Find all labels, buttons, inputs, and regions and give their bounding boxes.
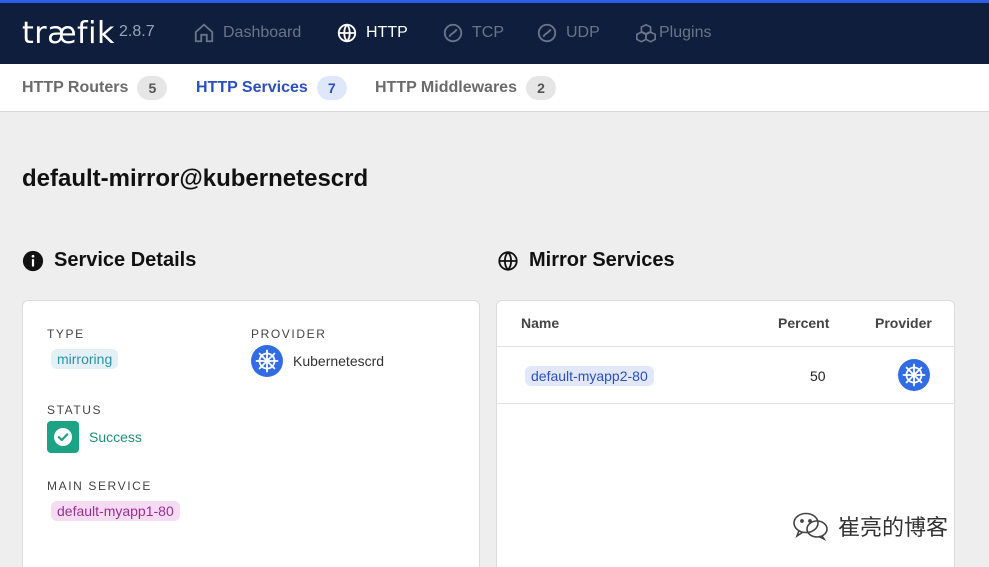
type-chip: mirroring bbox=[51, 349, 119, 369]
row-divider bbox=[497, 403, 954, 404]
tab-http-middlewares-count: 2 bbox=[525, 76, 556, 100]
globe-icon bbox=[498, 250, 518, 271]
main-service-label: MAIN SERVICE bbox=[47, 479, 152, 493]
provider-label: PROVIDER bbox=[251, 327, 327, 341]
nav-tcp[interactable]: TCP bbox=[442, 20, 504, 46]
nav-udp[interactable]: UDP bbox=[536, 20, 600, 46]
status-label: STATUS bbox=[47, 403, 103, 417]
tab-http-routers-label: HTTP Routers bbox=[22, 79, 129, 96]
version-label: 2.8.7 bbox=[119, 23, 155, 40]
type-label: TYPE bbox=[47, 327, 85, 341]
nav-http-label: HTTP bbox=[366, 24, 408, 41]
mirror-service-name-chip[interactable]: default-myapp2-80 bbox=[525, 366, 654, 386]
udp-icon bbox=[537, 23, 557, 43]
tcp-icon bbox=[443, 23, 463, 43]
top-navbar: træfik 2.8.7 Dashboard HTTP TCP UDP Plug… bbox=[0, 0, 989, 64]
column-header-provider[interactable]: Provider bbox=[875, 315, 932, 331]
column-header-percent[interactable]: Percent bbox=[778, 315, 829, 331]
main-service-chip[interactable]: default-myapp1-80 bbox=[51, 501, 180, 521]
info-icon bbox=[22, 250, 44, 271]
check-circle-icon bbox=[54, 428, 72, 446]
watermark: 崔亮的博客 bbox=[792, 510, 948, 542]
service-details-card: TYPE mirroring PROVIDER Kubernetescrd ST… bbox=[22, 300, 480, 567]
tab-http-services-count: 7 bbox=[316, 76, 347, 100]
service-details-heading: Service Details bbox=[22, 249, 196, 272]
mirror-service-percent: 50 bbox=[810, 368, 826, 384]
traefik-logo[interactable]: træfik bbox=[22, 16, 115, 51]
page-title: default-mirror@kubernetescrd bbox=[22, 165, 369, 192]
nav-plugins[interactable]: Plugins bbox=[635, 20, 711, 46]
tab-http-routers[interactable]: HTTP Routers 5 bbox=[22, 76, 168, 100]
nav-http[interactable]: HTTP bbox=[336, 20, 408, 46]
mirror-services-heading: Mirror Services bbox=[497, 249, 675, 272]
status-value: Success bbox=[47, 421, 142, 453]
nav-udp-label: UDP bbox=[566, 24, 600, 41]
mirror-services-title: Mirror Services bbox=[529, 249, 675, 271]
tab-http-services[interactable]: HTTP Services 7 bbox=[196, 76, 347, 100]
globe-icon bbox=[337, 23, 357, 43]
tab-http-services-label: HTTP Services bbox=[196, 79, 308, 96]
nav-dashboard[interactable]: Dashboard bbox=[193, 20, 301, 46]
sub-tabs: HTTP Routers 5 HTTP Services 7 HTTP Midd… bbox=[0, 64, 989, 112]
nav-plugins-label: Plugins bbox=[659, 24, 712, 41]
nav-tcp-label: TCP bbox=[472, 24, 504, 41]
wechat-icon bbox=[793, 512, 828, 541]
tab-http-routers-count: 5 bbox=[137, 76, 168, 100]
column-header-name[interactable]: Name bbox=[521, 315, 559, 331]
home-icon bbox=[194, 23, 214, 43]
status-indicator bbox=[47, 421, 79, 453]
kubernetes-icon bbox=[251, 345, 283, 377]
provider-value: Kubernetescrd bbox=[251, 345, 384, 377]
nav-dashboard-label: Dashboard bbox=[223, 24, 302, 41]
status-text: Success bbox=[89, 429, 142, 445]
plugins-icon bbox=[636, 23, 656, 43]
watermark-text: 崔亮的博客 bbox=[838, 516, 949, 541]
header-divider bbox=[497, 346, 954, 347]
service-details-title: Service Details bbox=[54, 249, 197, 271]
kubernetes-icon bbox=[898, 359, 930, 391]
tab-http-middlewares[interactable]: HTTP Middlewares 2 bbox=[375, 76, 556, 100]
tab-http-middlewares-label: HTTP Middlewares bbox=[375, 79, 517, 96]
provider-name: Kubernetescrd bbox=[293, 353, 385, 369]
